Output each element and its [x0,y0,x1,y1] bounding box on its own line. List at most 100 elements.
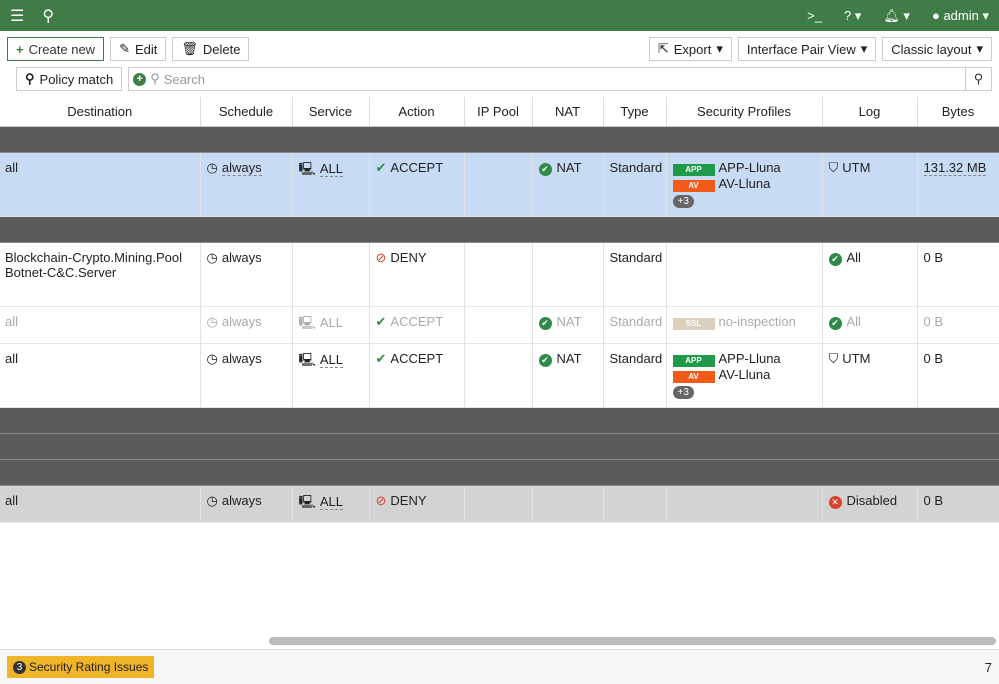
log-value: UTM [842,350,871,366]
profile-tag: APP [672,163,715,176]
profile-name: no-inspection [718,313,796,329]
check-circle-icon: ✔ [538,316,552,330]
horizontal-scrollbar[interactable] [269,637,996,645]
column-header[interactable]: Log [822,97,918,127]
policy-match-label: Policy match [39,71,114,87]
policy-section-header[interactable] [0,126,999,153]
policy-section-header[interactable] [0,407,999,434]
edit-label: Edit [134,41,158,57]
policy-row[interactable]: all ◷ always 🖳︎ ALL ✔ ACCEPT ✔ NAT Standard … [0,306,999,344]
log-value: All [846,313,861,329]
schedule-icon: ◷ [206,313,218,329]
user-name: admin [943,7,979,23]
search-input[interactable]: + ⚲ Search ⚲ [128,67,992,91]
edit-button[interactable]: ✎ Edit [110,37,167,61]
column-header[interactable]: Schedule [200,97,293,127]
service-icon: 🖳︎ [298,351,316,367]
column-header[interactable]: Type [603,97,667,127]
column-header[interactable]: Action [369,97,465,127]
search-icon[interactable]: ⚲ [42,6,54,26]
column-header[interactable]: IP Pool [464,97,533,127]
policy-table: Destination Schedule Service Action IP Pool N… [0,97,999,523]
delete-button[interactable]: 🗑︎ Delete [172,37,250,61]
schedule-value: always [221,492,262,508]
check-icon: ✔ [375,313,387,329]
export-button[interactable]: ⇱ Export ▾ [648,37,732,61]
security-rating-issues-button[interactable]: 3 Security Rating Issues [7,656,155,678]
disabled-icon: ✕ [828,495,842,509]
profile-name: AV-Lluna [718,366,771,382]
policy-row[interactable]: Blockchain-Crypto.Mining.Pool Botnet-C&C.… [0,242,999,307]
policy-match-button[interactable]: ⚲ Policy match [16,67,123,91]
policy-row[interactable]: all ◷ always 🖳︎ ALL ✔ ACCEPT ✔ NAT Standard … [0,343,999,408]
bytes-value: 0 B [923,350,944,366]
search-placeholder: Search [163,71,205,87]
shield-icon: ⛉ [828,159,839,175]
layout-label: Classic layout [891,41,972,57]
more-profiles-badge[interactable]: +3 [672,194,694,208]
check-circle-icon: ✔ [538,162,552,176]
action-value: DENY [390,492,427,508]
search-button[interactable]: ⚲ [965,67,991,91]
export-icon: ⇱ [657,41,669,56]
profile-tag: APP [672,354,715,367]
profile-tag: SSL [672,317,715,330]
interface-pair-view-button[interactable]: Interface Pair View ▾ [737,37,877,61]
column-header[interactable]: NAT [532,97,604,127]
policy-total-count: 7 [984,659,992,675]
column-header[interactable]: Bytes [917,97,999,127]
deny-icon: ⊘ [375,249,387,265]
menu-icon[interactable]: ☰ [10,6,24,26]
service-value: ALL [319,160,343,177]
column-header[interactable]: Service [292,97,370,127]
column-header[interactable]: Security Profiles [666,97,823,127]
schedule-icon: ◷ [206,492,218,508]
policy-section-header[interactable] [0,216,999,243]
schedule-icon: ◷ [206,249,218,265]
action-value: ACCEPT [390,313,444,329]
profile-name: AV-Lluna [718,175,771,191]
check-circle-icon: ✔ [538,353,552,367]
help-icon[interactable]: ? ▾ [844,8,861,24]
create-new-label: Create new [28,41,96,57]
check-circle-icon: ✔ [828,252,842,266]
service-value: ALL [319,351,343,368]
shield-icon: ⛉ [828,350,839,366]
interface-pair-view-label: Interface Pair View [746,41,856,57]
log-value: All [846,249,861,265]
destination-value: all [5,350,19,366]
bytes-value: 0 B [923,492,944,508]
column-header[interactable]: Destination [0,97,201,127]
trash-icon: 🗑︎ [181,41,198,56]
nat-value: NAT [556,313,582,329]
policy-row[interactable]: all ◷ always 🖳︎ ALL ⊘ DENY ✕ Disabled 0 B [0,485,999,523]
destination-value: Blockchain-Crypto.Mining.Pool [5,249,183,265]
action-value: ACCEPT [390,350,444,366]
bytes-value: 131.32 MB [923,159,987,176]
schedule-value: always [221,313,262,329]
layout-button[interactable]: Classic layout ▾ [882,37,992,61]
notifications-icon[interactable]: 🔔︎ ▾ [883,8,910,24]
export-label: Export [673,41,712,57]
policy-section-header[interactable] [0,433,999,460]
bytes-value: 0 B [923,313,944,329]
destination-value: all [5,492,19,508]
delete-label: Delete [202,41,241,57]
create-new-button[interactable]: + Create new [7,37,105,61]
type-value: Standard [609,313,663,329]
service-value: ALL [319,314,343,330]
bytes-value: 0 B [923,249,944,265]
service-value: ALL [319,493,343,510]
cli-console-icon[interactable]: >_ [807,8,822,23]
type-value: Standard [609,350,663,366]
policy-section-header[interactable] [0,459,999,486]
action-value: ACCEPT [390,159,444,175]
destination-value: all [5,159,19,175]
destination-value: all [5,313,19,329]
user-menu[interactable]: ● admin ▾ [932,8,989,24]
search-icon: ⚲ [25,71,35,86]
policy-row[interactable]: all ◷ always 🖳︎ ALL ✔ ACCEPT ✔ NAT Standard … [0,152,999,217]
more-profiles-badge[interactable]: +3 [672,385,694,399]
add-filter-icon[interactable]: + [133,72,147,86]
service-icon: 🖳︎ [298,160,316,176]
